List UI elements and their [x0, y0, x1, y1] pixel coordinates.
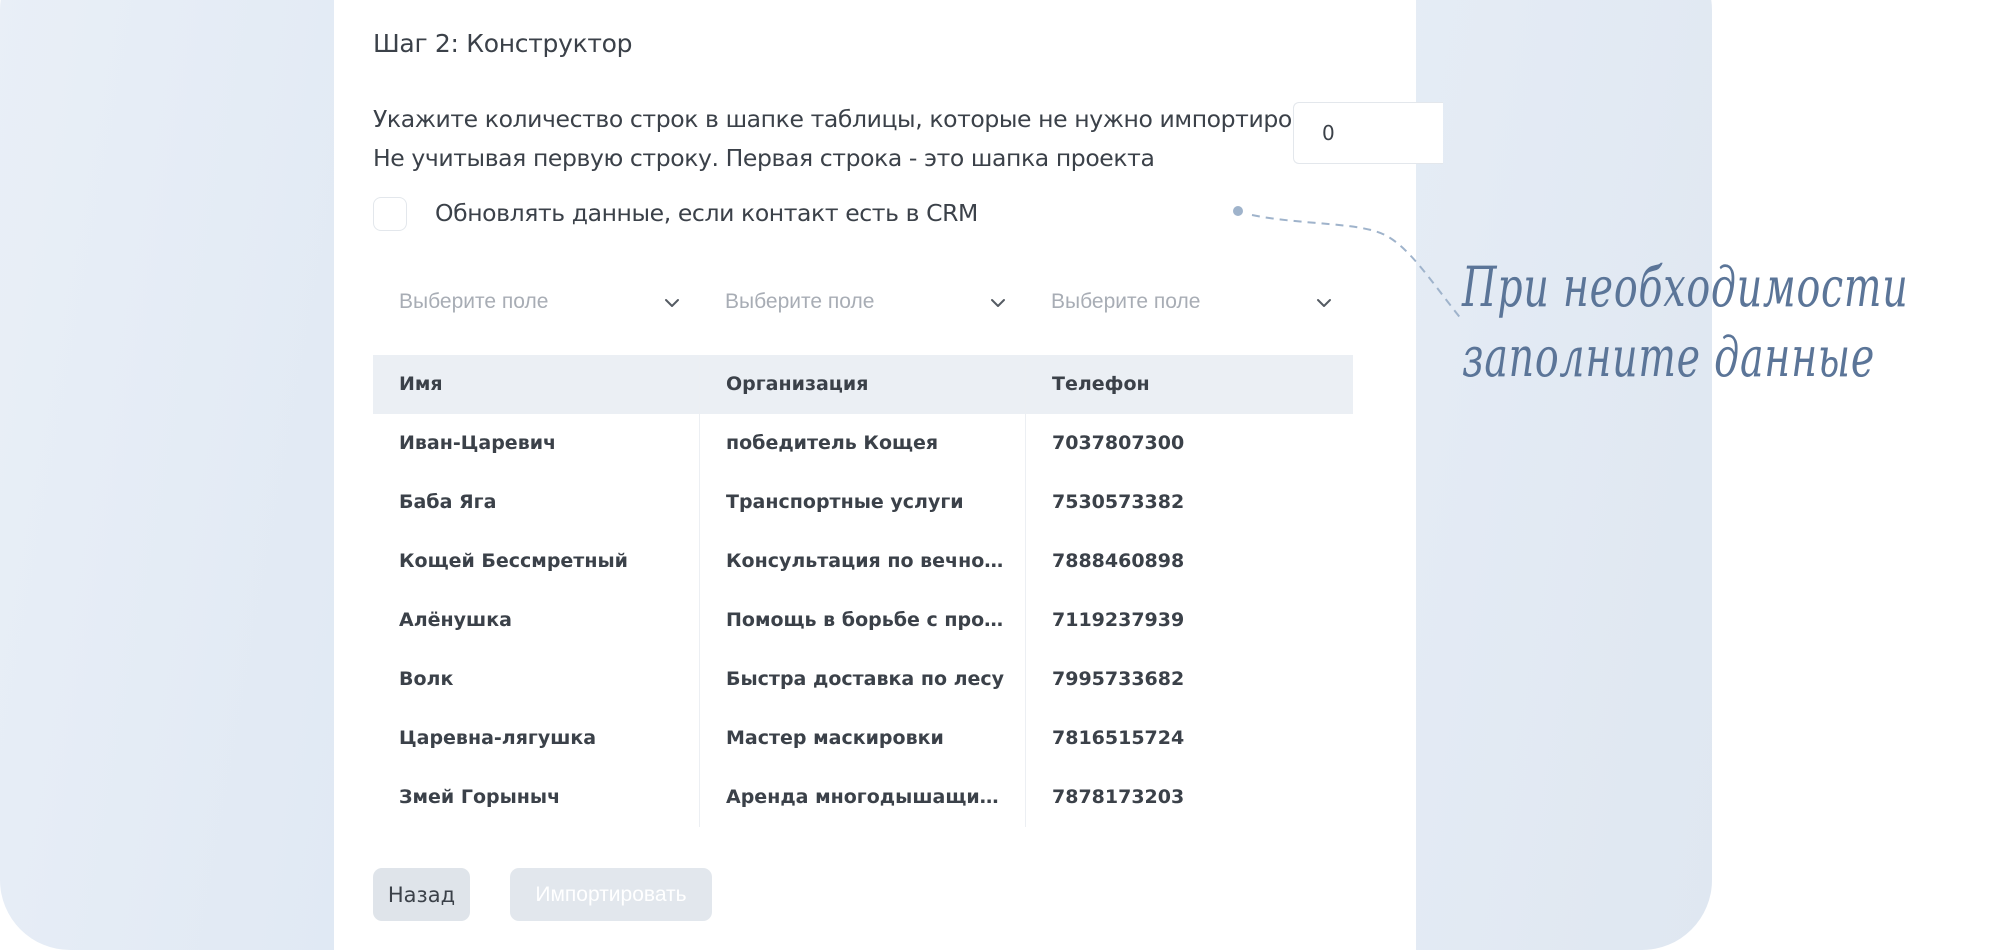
annotation-hint: При необходимости заполните данные: [1462, 252, 1908, 392]
cell-phone: 7888460898: [1025, 532, 1351, 591]
annotation-line-2: заполните данные: [1462, 325, 1876, 389]
cell-name: Иван-Царевич: [399, 432, 557, 454]
table-row: Волк Быстра доставка по лесу 7995733682: [373, 650, 1353, 709]
cell-organization: Быстра доставка по лесу: [699, 650, 1025, 709]
cell-phone: 7878173203: [1025, 768, 1351, 827]
cell-organization: победитель Кощея: [699, 414, 1025, 473]
cell-phone: 7995733682: [1025, 650, 1351, 709]
cell-name: Царевна-лягушка: [399, 727, 597, 749]
back-button[interactable]: Назад: [373, 868, 470, 921]
step-title: Шаг 2: Конструктор: [373, 29, 633, 58]
chevron-down-icon: [665, 299, 679, 307]
field-select-placeholder: Выберите поле: [1051, 290, 1201, 313]
table-row: Алёнушка Помощь в борьбе с проклятиями 7…: [373, 591, 1353, 650]
table-header: Имя Организация Телефон: [373, 355, 1353, 414]
table-row: Иван-Царевич победитель Кощея 7037807300: [373, 414, 1353, 473]
import-panel: Шаг 2: Конструктор Укажите количество ст…: [334, 0, 1443, 950]
cell-phone: 7037807300: [1025, 414, 1351, 473]
column-header-organization: Организация: [699, 355, 1025, 414]
preview-table: Имя Организация Телефон Иван-Царевич поб…: [373, 355, 1353, 827]
update-data-checkbox-label: Обновлять данные, если контакт есть в CR…: [435, 199, 978, 227]
import-button[interactable]: Импортировать: [510, 868, 712, 921]
table-row: Баба Яга Транспортные услуги 7530573382: [373, 473, 1353, 532]
column-header-name: Имя: [399, 373, 443, 395]
cell-organization: Аренда многодышащих услуг: [699, 768, 1025, 827]
cell-phone: 7530573382: [1025, 473, 1351, 532]
field-select-placeholder: Выберите поле: [725, 290, 875, 313]
cell-name: Кощей Бессмретный: [399, 550, 628, 572]
cell-name: Змей Горыныч: [399, 786, 561, 808]
table-row: Царевна-лягушка Мастер маскировки 781651…: [373, 709, 1353, 768]
table-row: Змей Горыныч Аренда многодышащих услуг 7…: [373, 768, 1353, 827]
skip-rows-description: Укажите количество строк в шапке таблицы…: [373, 100, 1346, 178]
field-select-1[interactable]: Выберите поле: [373, 280, 699, 324]
cell-organization: Консультация по вечной жизни: [699, 532, 1025, 591]
cell-phone: 7119237939: [1025, 591, 1351, 650]
column-header-phone: Телефон: [1025, 355, 1351, 414]
description-line-2: Не учитывая первую строку. Первая строка…: [373, 144, 1155, 172]
cell-organization: Транспортные услуги: [699, 473, 1025, 532]
field-select-placeholder: Выберите поле: [399, 290, 549, 313]
cell-name: Баба Яга: [399, 491, 497, 513]
cell-name: Алёнушка: [399, 609, 512, 631]
field-select-2[interactable]: Выберите поле: [699, 280, 1025, 324]
cell-organization: Помощь в борьбе с проклятиями: [699, 591, 1025, 650]
cell-phone: 7816515724: [1025, 709, 1351, 768]
skip-rows-input[interactable]: 0: [1293, 102, 1443, 164]
field-select-3[interactable]: Выберите поле: [1025, 280, 1351, 324]
chevron-down-icon: [991, 299, 1005, 307]
update-data-checkbox[interactable]: [373, 197, 407, 231]
cell-organization: Мастер маскировки: [699, 709, 1025, 768]
chevron-down-icon: [1317, 299, 1331, 307]
description-line-1: Укажите количество строк в шапке таблицы…: [373, 105, 1347, 133]
table-row: Кощей Бессмретный Консультация по вечной…: [373, 532, 1353, 591]
annotation-line-1: При необходимости: [1462, 255, 1909, 319]
cell-name: Волк: [399, 668, 454, 690]
